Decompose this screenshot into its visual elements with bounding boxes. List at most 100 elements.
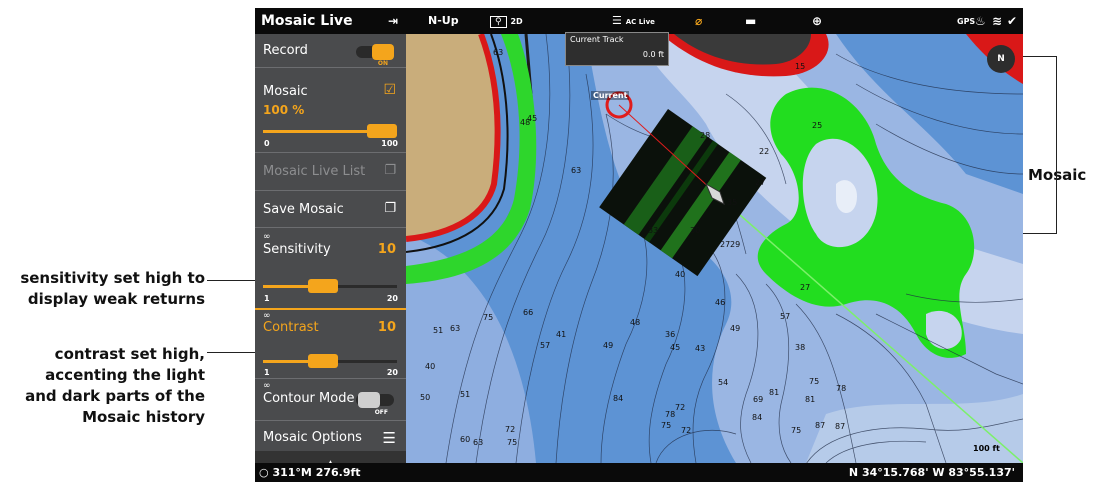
map-scale: 100 ft xyxy=(973,444,1000,453)
record-item[interactable]: Record ON xyxy=(255,34,406,68)
person-icon: ♨ xyxy=(975,14,986,28)
depth-label: 49 xyxy=(603,341,614,350)
current-track-distance: 0.0 ft xyxy=(642,50,664,59)
menu-collapse-button[interactable]: ▲ xyxy=(255,451,406,469)
save-mosaic-label: Save Mosaic xyxy=(263,202,344,217)
depth-label: 78 xyxy=(836,384,847,393)
crosshair-icon[interactable]: ⊕ xyxy=(812,8,822,34)
mosaic-label: Mosaic xyxy=(263,84,308,99)
depth-label: 84 xyxy=(613,394,624,403)
contrast-callout-label: contrast set high, accenting the light a… xyxy=(25,345,205,426)
depth-label: 69 xyxy=(753,395,764,404)
mosaic-live-list-label: Mosaic Live List xyxy=(263,164,366,179)
mosaic-live-list-item: Mosaic Live List ❐ xyxy=(255,153,406,191)
depth-label: 33 xyxy=(648,226,659,235)
exit-icon[interactable]: ⇥ xyxy=(388,8,398,34)
depth-label: 40 xyxy=(425,362,436,371)
depth-label: 35 xyxy=(727,198,738,207)
depth-label: 27 xyxy=(720,240,731,249)
sensitivity-callout-label: sensitivity set high to display weak ret… xyxy=(20,269,205,308)
depth-label: 51 xyxy=(460,390,471,399)
contrast-item[interactable]: ∞ Contrast 10 1 20 xyxy=(255,310,406,379)
depth-label: 48 xyxy=(520,118,531,127)
mosaic-item[interactable]: Mosaic ☑ 100 % 0 100 xyxy=(255,68,406,153)
mosaic-slider-fill xyxy=(263,130,382,133)
contrast-label: Contrast xyxy=(263,320,319,335)
mosaic-checkbox-icon[interactable]: ☑ xyxy=(383,82,396,98)
depth-label: 22 xyxy=(759,147,770,156)
sensitivity-value: 10 xyxy=(377,242,396,257)
record-label: Record xyxy=(263,43,308,58)
depth-label: 63 xyxy=(493,48,504,57)
mosaic-slider-thumb[interactable] xyxy=(367,124,397,138)
depth-label: 57 xyxy=(780,312,791,321)
current-track-popup[interactable]: Current Track 0.0 ft xyxy=(565,32,669,66)
ac-live-button[interactable]: ☰ AC Live xyxy=(612,8,655,34)
sensitivity-item[interactable]: ∞ Sensitivity 10 1 20 xyxy=(255,228,406,310)
view-mode-button[interactable]: ⚲ 2D xyxy=(490,8,523,34)
sensitivity-slider-thumb[interactable] xyxy=(308,279,338,293)
contrast-slider[interactable] xyxy=(263,354,397,368)
depth-label: 15 xyxy=(795,62,806,71)
contour-mode-item[interactable]: ∞ Contour Mode OFF xyxy=(255,379,406,421)
mosaic-callout-label: Mosaic xyxy=(1028,166,1087,184)
sensitivity-label: Sensitivity xyxy=(263,242,331,257)
record-toggle[interactable] xyxy=(356,44,394,60)
depth-label: 29 xyxy=(730,240,741,249)
depth-label: 27 xyxy=(755,178,766,187)
device-screen: Mosaic Live ⇥ N-Up ⚲ 2D ☰ AC Live ⌀ ▬ ⊕ … xyxy=(255,8,1023,482)
depth-label: 75 xyxy=(483,313,494,322)
contour-mode-link-icon: ∞ xyxy=(263,381,271,391)
sensitivity-slider[interactable] xyxy=(263,279,397,293)
coordinates-readout: N 34°15.768' W 83°55.137' xyxy=(848,466,1015,479)
depth-label: 87 xyxy=(815,421,826,430)
app-title: Mosaic Live xyxy=(261,13,353,29)
depth-label: 30 xyxy=(690,226,701,235)
depth-label: 72 xyxy=(675,403,686,412)
cursor-off-icon[interactable]: ⌀ xyxy=(695,8,702,34)
gps-status-icon: GPS xyxy=(957,17,976,26)
depth-label: 57 xyxy=(540,341,551,350)
contour-mode-label: Contour Mode xyxy=(263,391,355,406)
depth-label: 41 xyxy=(556,330,567,339)
depth-label: 38 xyxy=(795,343,806,352)
depth-label: 63 xyxy=(571,166,582,175)
depth-label: 75 xyxy=(507,438,518,447)
sensitivity-link-icon: ∞ xyxy=(263,232,271,242)
depth-label: 78 xyxy=(665,410,676,419)
save-mosaic-icon: ❐ xyxy=(384,201,396,216)
depth-label: 49 xyxy=(730,324,741,333)
options-list-icon: ☰ xyxy=(382,429,396,447)
save-mosaic-item[interactable]: Save Mosaic ❐ xyxy=(255,191,406,228)
compass-icon[interactable]: N xyxy=(987,45,1015,73)
orientation-button[interactable]: N-Up xyxy=(428,8,459,34)
depth-label: 72 xyxy=(681,426,692,435)
mosaic-slider-min: 0 xyxy=(264,139,270,148)
view-mode-icon: ⚲ xyxy=(490,16,507,28)
mosaic-slider[interactable] xyxy=(263,124,397,138)
cursor-label: Current xyxy=(591,91,630,100)
bottom-status-bar: ○ 311°M 276.9ft N 34°15.768' W 83°55.137… xyxy=(255,463,1023,482)
depth-label: 75 xyxy=(809,377,820,386)
contrast-slider-thumb[interactable] xyxy=(308,354,338,368)
depth-label: 28 xyxy=(700,131,711,140)
top-status-bar: Mosaic Live ⇥ N-Up ⚲ 2D ☰ AC Live ⌀ ▬ ⊕ … xyxy=(255,8,1023,34)
contrast-value: 10 xyxy=(377,320,396,335)
transducer-icon[interactable]: ▬ xyxy=(745,8,756,34)
depth-label: 46 xyxy=(715,298,726,307)
check-icon[interactable]: ✔ xyxy=(1007,8,1017,34)
depth-label: 87 xyxy=(835,422,846,431)
mosaic-leader-vertical xyxy=(1056,56,1057,234)
contour-mode-toggle[interactable] xyxy=(356,392,394,408)
sensitivity-slider-max: 20 xyxy=(386,294,398,303)
contour-mode-toggle-knob xyxy=(358,392,380,408)
map-canvas[interactable] xyxy=(406,34,1023,463)
contour-map[interactable]: Current 63 45 48 63 15 25 22 27 28 35 33 30 29 27 40 41… xyxy=(406,34,1023,463)
sensitivity-slider-min: 1 xyxy=(264,294,270,303)
depth-label: 75 xyxy=(791,426,802,435)
depth-label: 81 xyxy=(769,388,780,397)
record-toggle-knob xyxy=(372,44,394,60)
depth-label: 45 xyxy=(670,343,681,352)
mosaic-slider-max: 100 xyxy=(381,139,398,148)
depth-label: 36 xyxy=(665,330,676,339)
